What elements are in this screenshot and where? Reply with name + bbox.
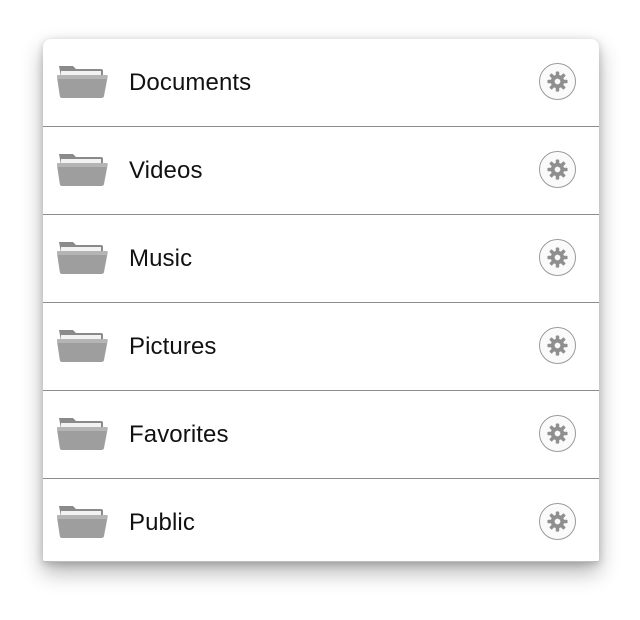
folder-row-public[interactable]: Public (43, 479, 599, 561)
gear-icon (547, 71, 568, 92)
folder-icon (57, 330, 108, 362)
folder-settings-button[interactable] (539, 327, 576, 364)
folder-label: Videos (129, 157, 203, 184)
folder-settings-button[interactable] (539, 151, 576, 188)
folder-list-panel: Documents Videos Music Pictures Favorite… (43, 39, 599, 562)
gear-icon (547, 335, 568, 356)
folder-row-documents[interactable]: Documents (43, 39, 599, 127)
folder-icon (57, 506, 108, 538)
folder-label: Music (129, 245, 193, 272)
folder-icon (57, 66, 108, 98)
folder-row-pictures[interactable]: Pictures (43, 303, 599, 391)
folder-icon (57, 242, 108, 274)
folder-settings-button[interactable] (539, 63, 576, 100)
folder-icon (57, 418, 108, 450)
gear-icon (547, 247, 568, 268)
gear-icon (547, 159, 568, 180)
folder-settings-button[interactable] (539, 415, 576, 452)
gear-icon (547, 511, 568, 532)
folder-settings-button[interactable] (539, 503, 576, 540)
gear-icon (547, 423, 568, 444)
folder-row-music[interactable]: Music (43, 215, 599, 303)
folder-row-favorites[interactable]: Favorites (43, 391, 599, 479)
folder-settings-button[interactable] (539, 239, 576, 276)
folder-label: Favorites (129, 421, 229, 448)
folder-label: Pictures (129, 333, 217, 360)
folder-row-videos[interactable]: Videos (43, 127, 599, 215)
folder-label: Documents (129, 69, 252, 96)
folder-icon (57, 154, 108, 186)
folder-label: Public (129, 509, 195, 536)
